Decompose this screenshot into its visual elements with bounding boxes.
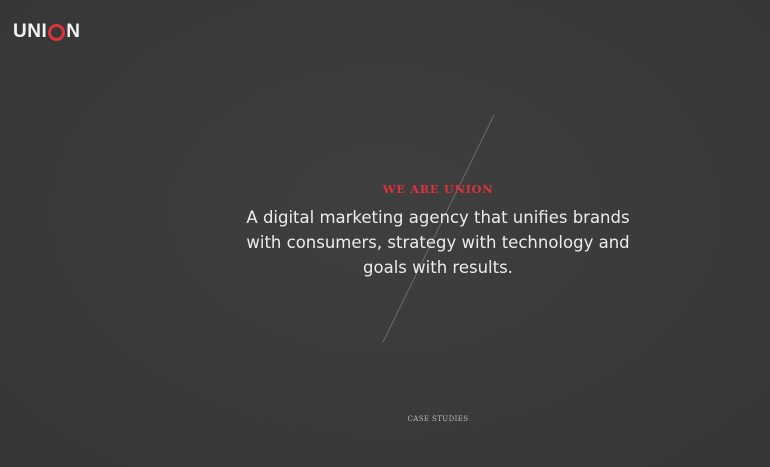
hero-eyebrow: WE ARE UNION — [382, 182, 494, 196]
hero-page: UNI N WE ARE UNION A digital marketing ag… — [0, 0, 770, 467]
logo-o-ring-icon — [48, 23, 66, 41]
logo-text-prefix: UNI — [13, 21, 48, 42]
case-studies-link[interactable]: CASE STUDIES — [0, 415, 770, 423]
logo-text-suffix: N — [66, 21, 81, 42]
union-logo[interactable]: UNI N — [13, 21, 81, 42]
hero-headline: A digital marketing agency that unifies … — [246, 208, 630, 277]
